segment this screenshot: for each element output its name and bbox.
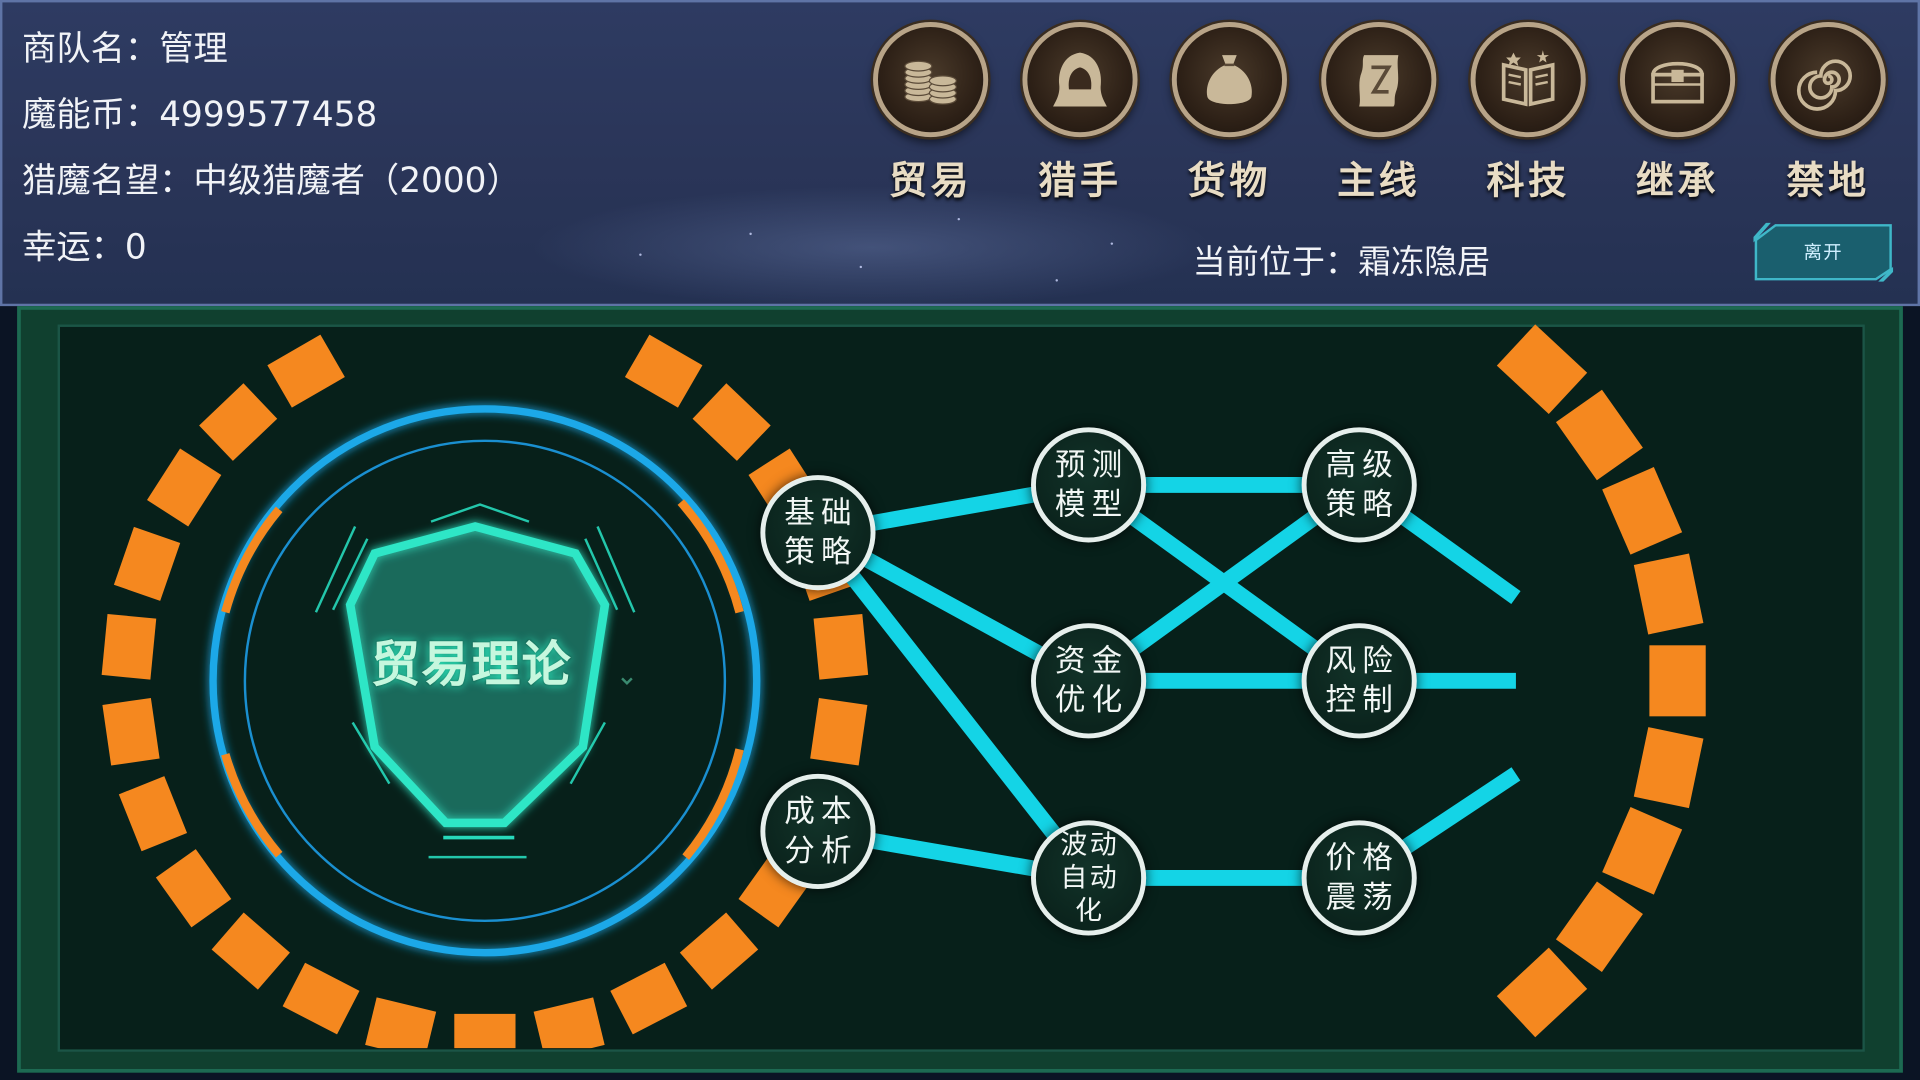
orange-tick xyxy=(1602,806,1683,895)
orange-tick xyxy=(692,383,771,461)
orange-tick xyxy=(533,997,605,1049)
orange-tick xyxy=(155,849,232,928)
orange-tick xyxy=(101,613,157,680)
orange-tick xyxy=(113,526,181,601)
node-volatility-automation[interactable]: 波动自动化 xyxy=(1031,820,1147,936)
orange-tick xyxy=(679,912,759,990)
ring-orange-arc xyxy=(221,506,283,614)
orange-tick xyxy=(810,697,868,766)
node-label: 风险控制 xyxy=(1325,642,1399,718)
node-cost-analysis[interactable]: 成本分析 xyxy=(760,773,876,889)
orange-tick xyxy=(147,448,222,527)
orange-tick xyxy=(282,962,360,1035)
orange-tick xyxy=(1633,727,1704,809)
orange-tick xyxy=(813,613,869,680)
orange-tick xyxy=(267,334,345,408)
node-advanced-strategy[interactable]: 高级策略 xyxy=(1301,427,1417,543)
orange-tick xyxy=(1649,645,1706,717)
node-label: 预测模型 xyxy=(1054,446,1129,522)
tree-title: 贸易理论 xyxy=(371,636,572,694)
node-label: 高级策略 xyxy=(1325,446,1399,522)
node-label: 资金优化 xyxy=(1054,642,1129,718)
right-orange-arc xyxy=(1496,324,1706,1038)
orange-tick xyxy=(1555,389,1643,481)
orange-tick xyxy=(199,383,278,461)
orange-tick xyxy=(102,697,160,766)
node-label: 基础策略 xyxy=(784,494,858,570)
orange-tick xyxy=(365,997,437,1049)
caret-icon xyxy=(621,677,633,685)
node-basic-strategy[interactable]: 基础策略 xyxy=(760,475,876,591)
orange-tick xyxy=(1496,947,1588,1038)
orange-tick xyxy=(1496,324,1588,414)
game-screen: 商队名：管理 魔能币：4999577458 猎魔名望：中级猎魔者（2000） 幸… xyxy=(0,0,1920,1080)
node-risk-control[interactable]: 风险控制 xyxy=(1301,623,1417,739)
orange-tick xyxy=(1602,467,1683,555)
orange-tick xyxy=(1555,881,1643,972)
node-label: 波动自动化 xyxy=(1060,829,1120,927)
node-funds-optimization[interactable]: 资金优化 xyxy=(1031,623,1147,739)
orange-tick xyxy=(211,912,290,990)
node-label: 成本分析 xyxy=(784,793,858,869)
orange-tick xyxy=(454,1013,516,1049)
node-forecast-model[interactable]: 预测模型 xyxy=(1031,427,1147,543)
node-price-oscillation[interactable]: 价格震荡 xyxy=(1301,820,1417,936)
tech-tree-graphics xyxy=(101,324,1706,1049)
orange-tick xyxy=(1633,553,1704,635)
ring-orange-arc xyxy=(221,753,283,858)
orange-tick xyxy=(624,334,703,408)
node-label: 价格震荡 xyxy=(1325,840,1399,915)
orange-tick xyxy=(118,776,188,852)
